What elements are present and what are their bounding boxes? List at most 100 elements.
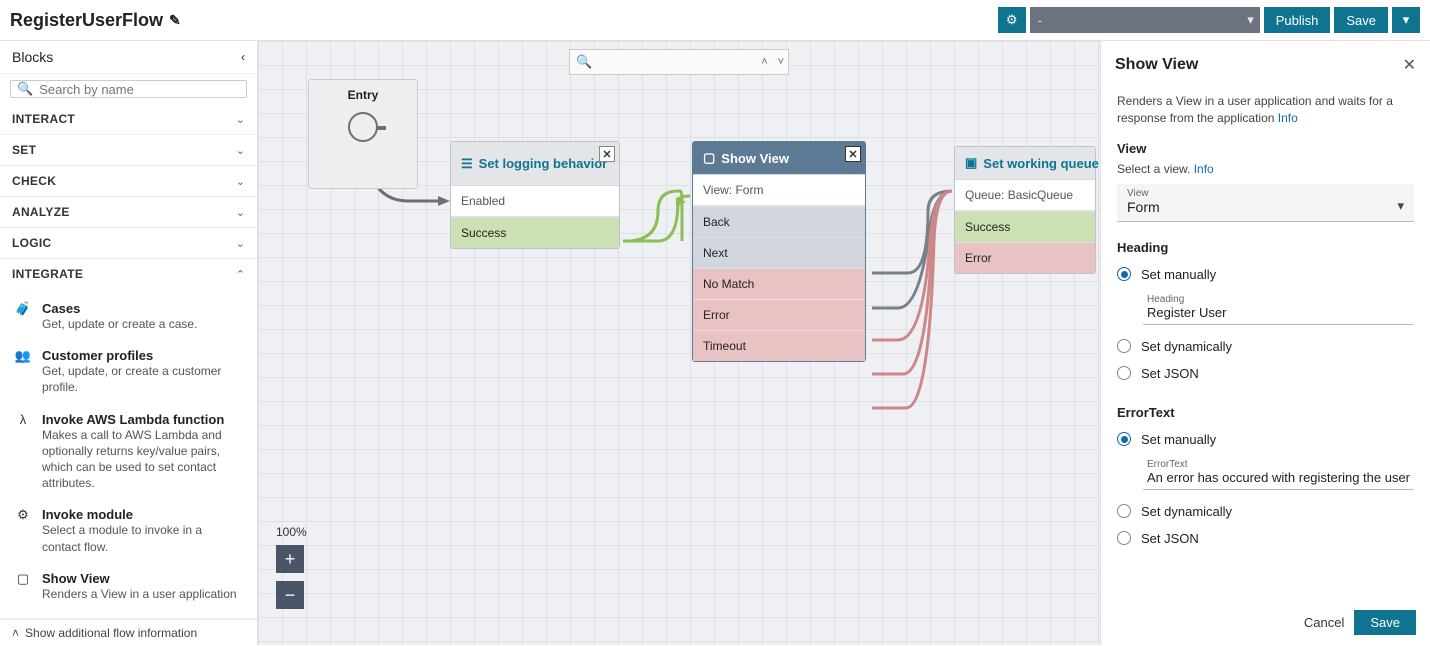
view-help-text: Select a view. xyxy=(1117,162,1194,176)
zoom-in-button[interactable]: + xyxy=(276,545,304,573)
node-header: ☰ Set logging behavior ✕ xyxy=(451,142,619,186)
outport-next[interactable]: Next xyxy=(693,237,865,268)
error-radio-json[interactable]: Set JSON xyxy=(1117,525,1414,552)
outport-label: Success xyxy=(965,220,1010,234)
item-desc: Renders a View in a user application xyxy=(42,586,237,602)
settings-button[interactable]: ⚙ xyxy=(998,7,1026,33)
radio-label: Set manually xyxy=(1141,267,1216,282)
cancel-button[interactable]: Cancel xyxy=(1304,615,1344,630)
item-name: Cases xyxy=(42,301,197,316)
node-subtitle: Enabled xyxy=(451,186,619,217)
block-invoke-lambda[interactable]: λ Invoke AWS Lambda functionMakes a call… xyxy=(0,404,257,500)
canvas-search-input[interactable] xyxy=(598,55,753,69)
item-name: Customer profiles xyxy=(42,348,243,363)
radio-label: Set dynamically xyxy=(1141,504,1232,519)
error-radio-dynamic[interactable]: Set dynamically xyxy=(1117,498,1414,525)
search-icon: 🔍 xyxy=(17,81,33,97)
error-radio-manual[interactable]: Set manually xyxy=(1117,426,1414,453)
block-show-view[interactable]: ▢ Show ViewRenders a View in a user appl… xyxy=(0,563,257,610)
item-desc: Get, update or create a case. xyxy=(42,316,197,332)
outport-success[interactable]: Success xyxy=(451,217,619,248)
flow-title: RegisterUserFlow ✎ xyxy=(10,10,181,31)
search-prev-icon[interactable]: ˄ xyxy=(759,56,769,68)
env-select[interactable]: - ▾ xyxy=(1030,7,1260,33)
outport-error[interactable]: Error xyxy=(955,242,1095,273)
node-set-working-queue[interactable]: ▣ Set working queue Queue: BasicQueue Su… xyxy=(954,146,1096,274)
panel-description: Renders a View in a user application and… xyxy=(1117,93,1414,127)
node-subtitle: Queue: BasicQueue xyxy=(955,180,1095,211)
info-link[interactable]: Info xyxy=(1194,162,1214,176)
outport-back[interactable]: Back xyxy=(693,206,865,237)
cat-analyze[interactable]: ANALYZE⌄ xyxy=(0,197,257,228)
show-additional-info[interactable]: ˄ Show additional flow information xyxy=(0,619,257,646)
briefcase-icon: 🧳 xyxy=(14,301,32,332)
node-subtitle: View: Form xyxy=(693,175,865,206)
chevron-down-icon: ⌄ xyxy=(236,237,245,250)
cat-set[interactable]: SET⌄ xyxy=(0,135,257,166)
heading-section-heading: Heading xyxy=(1117,240,1414,255)
view-help: Select a view. Info xyxy=(1117,162,1414,176)
panel-save-button[interactable]: Save xyxy=(1354,610,1416,635)
view-select-value: Form xyxy=(1127,199,1404,215)
item-name: Invoke AWS Lambda function xyxy=(42,412,243,427)
outport-timeout[interactable]: Timeout xyxy=(693,330,865,361)
entry-port-icon xyxy=(348,112,378,142)
sidebar-header: Blocks ‹ xyxy=(0,41,257,74)
cat-integrate-header[interactable]: INTEGRATE⌃ xyxy=(0,259,257,289)
publish-button[interactable]: Publish xyxy=(1264,7,1331,33)
cat-interact[interactable]: INTERACT⌄ xyxy=(0,104,257,135)
view-select[interactable]: View Form ▾ xyxy=(1117,184,1414,222)
view-select-label: View xyxy=(1127,188,1404,199)
flow-canvas[interactable]: 🔍 ˄ ˅ Entry ☰ Set logging behavior xyxy=(258,41,1100,645)
search-next-icon[interactable]: ˅ xyxy=(776,56,786,68)
cat-check[interactable]: CHECK⌄ xyxy=(0,166,257,197)
chevron-down-icon: ⌄ xyxy=(236,144,245,157)
item-desc: Makes a call to AWS Lambda and optionall… xyxy=(42,427,243,492)
error-input[interactable]: ErrorText An error has occured with regi… xyxy=(1143,457,1414,490)
cat-label: LOGIC xyxy=(12,236,236,250)
heading-radio-manual[interactable]: Set manually xyxy=(1117,261,1414,288)
integrate-items: 🧳 CasesGet, update or create a case. 👥 C… xyxy=(0,289,257,618)
outport-success[interactable]: Success xyxy=(955,211,1095,242)
outport-label: Success xyxy=(461,226,506,240)
heading-radio-json[interactable]: Set JSON xyxy=(1117,360,1414,387)
sidebar-title: Blocks xyxy=(12,49,241,65)
save-dropdown-button[interactable]: ▾ xyxy=(1392,7,1420,33)
save-button[interactable]: Save xyxy=(1334,7,1388,33)
heading-input[interactable]: Heading Register User xyxy=(1143,292,1414,325)
search-input[interactable] xyxy=(39,82,240,97)
block-cases[interactable]: 🧳 CasesGet, update or create a case. xyxy=(0,293,257,340)
node-set-logging[interactable]: ☰ Set logging behavior ✕ Enabled Success xyxy=(450,141,620,249)
close-icon[interactable]: ✕ xyxy=(845,146,861,162)
info-link[interactable]: Info xyxy=(1278,111,1298,125)
canvas-search[interactable]: 🔍 ˄ ˅ xyxy=(569,49,789,75)
close-icon[interactable]: ✕ xyxy=(599,146,615,162)
flow-title-text: RegisterUserFlow xyxy=(10,10,163,31)
node-title: Set logging behavior xyxy=(479,156,608,171)
close-panel-icon[interactable]: ✕ xyxy=(1403,55,1416,75)
block-invoke-module[interactable]: ⚙ Invoke moduleSelect a module to invoke… xyxy=(0,499,257,562)
cat-logic[interactable]: LOGIC⌄ xyxy=(0,228,257,259)
chevron-up-icon: ˄ xyxy=(12,626,19,640)
radio-label: Set JSON xyxy=(1141,366,1199,381)
main-layout: Blocks ‹ 🔍 INTERACT⌄ SET⌄ CHECK⌄ ANALYZE… xyxy=(0,40,1430,645)
radio-label: Set JSON xyxy=(1141,531,1199,546)
sidebar-search[interactable]: 🔍 xyxy=(10,80,247,98)
item-name: Show View xyxy=(42,571,237,586)
heading-input-label: Heading xyxy=(1147,294,1410,305)
collapse-sidebar-icon[interactable]: ‹ xyxy=(241,50,245,64)
edit-icon[interactable]: ✎ xyxy=(169,12,181,29)
node-header: ▣ Set working queue xyxy=(955,147,1095,180)
node-title: Show View xyxy=(721,151,789,166)
heading-radio-dynamic[interactable]: Set dynamically xyxy=(1117,333,1414,360)
zoom-out-button[interactable]: − xyxy=(276,581,304,609)
item-name: Invoke module xyxy=(42,507,243,522)
outport-error[interactable]: Error xyxy=(693,299,865,330)
outport-label: Timeout xyxy=(703,339,746,353)
node-entry[interactable]: Entry xyxy=(308,79,418,189)
node-show-view[interactable]: ▢ Show View ✕ View: Form Back Next No Ma… xyxy=(692,141,866,362)
outport-no-match[interactable]: No Match xyxy=(693,268,865,299)
block-customer-profiles[interactable]: 👥 Customer profilesGet, update, or creat… xyxy=(0,340,257,403)
view-section-heading: View xyxy=(1117,141,1414,156)
chevron-down-icon: ⌄ xyxy=(236,175,245,188)
